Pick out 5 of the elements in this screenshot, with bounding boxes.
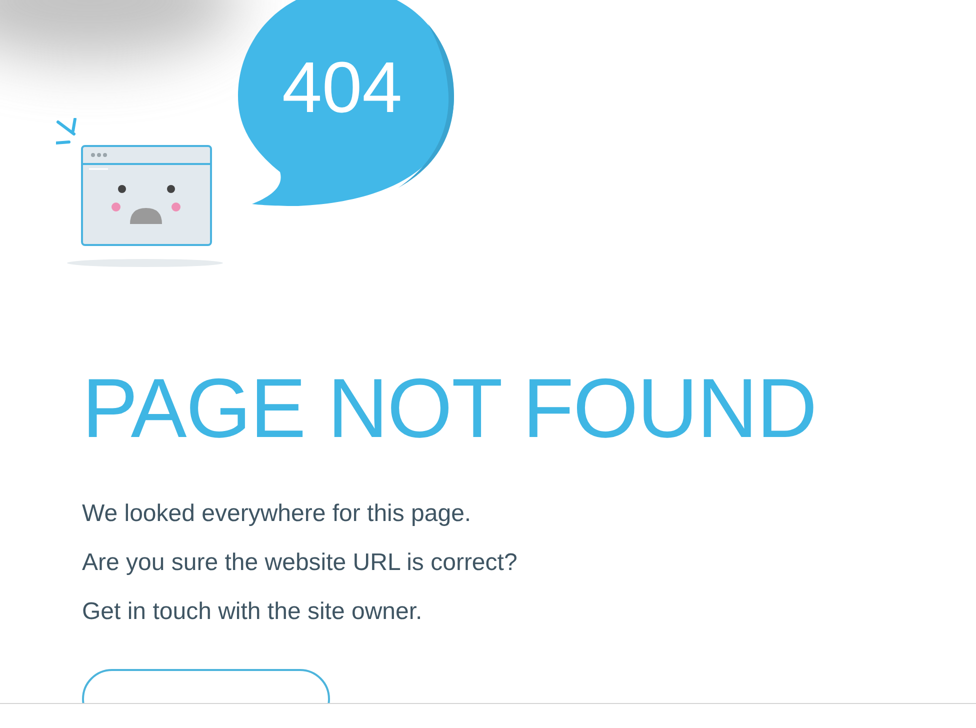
page-heading: PAGE NOT FOUND (82, 366, 816, 450)
message-text: Get in touch with the site owner. (82, 598, 424, 625)
message-text: We looked everywhere for this page. (82, 500, 472, 527)
message-text: Are you sure the website URL is correct? (82, 549, 518, 576)
error-code: 404 (282, 52, 402, 124)
